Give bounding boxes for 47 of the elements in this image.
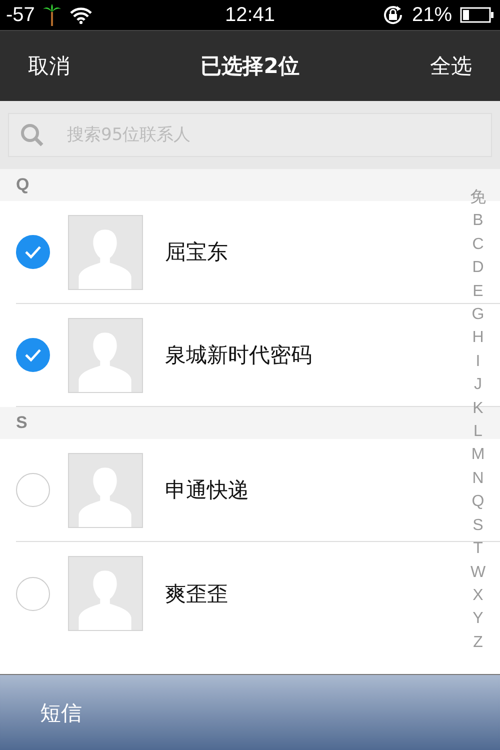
index-letter[interactable]: Q [472, 490, 484, 514]
index-letter[interactable]: G [472, 303, 484, 326]
select-checkbox[interactable] [16, 473, 50, 507]
signal-strength: -57 [6, 4, 35, 26]
select-checkbox[interactable] [16, 338, 50, 372]
clock: 12:41 [224, 4, 276, 26]
contact-name: 申通快递 [165, 477, 249, 504]
index-letter[interactable]: Y [472, 607, 484, 631]
index-letter[interactable]: M [471, 443, 485, 467]
check-icon [24, 245, 42, 259]
contact-name: 泉城新时代密码 [165, 342, 312, 369]
index-letter[interactable]: B [472, 209, 484, 233]
battery-percent: 21% [412, 4, 452, 26]
index-letter[interactable]: W [470, 560, 486, 584]
check-icon [24, 348, 42, 362]
section-header: Q [16, 175, 30, 195]
section-header: S [16, 413, 28, 433]
avatar-silhouette-icon [68, 452, 143, 528]
nav-title: 已选择2位 [200, 53, 300, 80]
index-letter[interactable]: J [474, 373, 482, 397]
select-checkbox[interactable] [16, 576, 50, 610]
index-letter[interactable]: Z [473, 630, 483, 654]
sms-button[interactable]: 短信 [38, 696, 84, 728]
contact-name: 爽歪歪 [165, 580, 228, 608]
index-letter[interactable]: D [472, 256, 484, 280]
index-letter[interactable]: H [472, 326, 484, 350]
index-letter[interactable]: K [472, 396, 484, 420]
avatar-silhouette-icon [68, 214, 143, 290]
index-letter[interactable]: S [472, 514, 484, 538]
index-letter[interactable]: 免 [470, 186, 486, 210]
index-letter[interactable]: N [472, 466, 484, 490]
avatar-silhouette-icon [68, 556, 143, 631]
index-letter[interactable]: E [472, 280, 484, 304]
select-all-button[interactable]: 全选 [426, 48, 476, 84]
index-letter[interactable]: I [476, 350, 480, 374]
palm-tree-icon [42, 4, 61, 26]
battery-icon [460, 7, 494, 23]
cancel-button[interactable]: 取消 [24, 48, 74, 84]
rotation-lock-icon [382, 4, 404, 26]
wifi-icon [68, 6, 93, 24]
contact-name: 屈宝东 [165, 239, 228, 266]
index-letter[interactable]: L [474, 420, 482, 444]
index-letter[interactable]: T [473, 537, 483, 560]
index-letter[interactable]: X [472, 584, 484, 608]
avatar-silhouette-icon [68, 318, 143, 392]
select-checkbox[interactable] [16, 235, 50, 269]
index-letter[interactable]: C [472, 232, 484, 256]
